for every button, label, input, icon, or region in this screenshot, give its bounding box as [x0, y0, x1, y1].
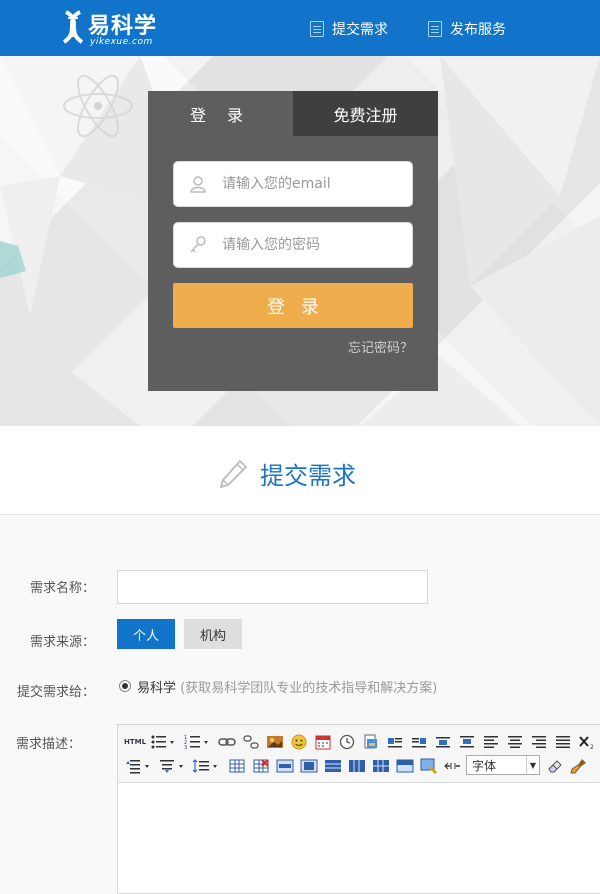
document-icon	[310, 21, 324, 37]
paragraph-after-icon[interactable]	[158, 757, 186, 775]
submit-to-value: 易科学	[137, 681, 177, 696]
hero-banner: 登 录 免费注册 登录 忘记密码？	[0, 56, 600, 426]
svg-text:2: 2	[590, 744, 594, 750]
delete-table-icon[interactable]	[252, 757, 270, 775]
source-option-organization[interactable]: 机构	[184, 619, 242, 649]
align-justify-icon[interactable]	[554, 733, 572, 751]
submit-to-radio[interactable]	[119, 680, 131, 692]
split-cells-icon[interactable]	[396, 757, 414, 775]
login-panel: 登 录 免费注册 登录 忘记密码？	[148, 91, 438, 391]
html-source-button[interactable]: HTML	[124, 733, 146, 751]
image-inline-icon[interactable]	[434, 733, 452, 751]
insert-row-after-icon[interactable]	[300, 757, 318, 775]
nav-submit-requirement[interactable]: 提交需求	[310, 18, 388, 40]
key-icon	[190, 236, 206, 253]
forgot-password-link[interactable]: 忘记密码？	[348, 337, 413, 356]
nav-publish-service[interactable]: 发布服务	[428, 18, 506, 40]
submit-to-note: (获取易科学团队专业的技术指导和解决方案)	[180, 681, 438, 696]
requirement-name-input[interactable]	[117, 570, 428, 604]
insert-image-icon[interactable]	[420, 757, 438, 775]
source-label: 需求来源：	[29, 635, 95, 650]
document-icon	[428, 21, 442, 37]
tab-login[interactable]: 登 录	[148, 91, 293, 136]
merge-cells-icon[interactable]	[372, 757, 390, 775]
image-center-icon[interactable]	[458, 733, 476, 751]
submit-to-option[interactable]: 易科学 (获取易科学团队专业的技术指导和解决方案)	[137, 677, 437, 696]
insert-row-before-icon[interactable]	[276, 757, 294, 775]
nav-label: 提交需求	[332, 22, 388, 38]
line-height-icon[interactable]	[192, 757, 220, 775]
editor-content-area[interactable]	[118, 783, 600, 893]
ordered-list-icon[interactable]: 123	[184, 733, 210, 751]
link-icon[interactable]	[218, 733, 236, 751]
page-title: 提交需求	[260, 462, 356, 490]
font-select-value: 字体	[472, 758, 497, 773]
logo-text: 易科学	[88, 14, 158, 39]
image-left-icon[interactable]	[386, 733, 404, 751]
tab-register[interactable]: 免费注册	[293, 91, 438, 136]
align-right-icon[interactable]	[530, 733, 548, 751]
insert-column-icon[interactable]	[348, 757, 366, 775]
source-option-personal[interactable]: 个人	[117, 619, 175, 649]
site-logo[interactable]: 易科学 yikexue.com	[60, 6, 160, 50]
image-icon[interactable]	[266, 733, 284, 751]
paragraph-spacing-icon[interactable]	[124, 757, 152, 775]
dna-logo-icon	[62, 10, 84, 44]
time-icon[interactable]	[338, 733, 356, 751]
date-icon[interactable]	[314, 733, 332, 751]
align-left-icon[interactable]	[482, 733, 500, 751]
name-label: 需求名称：	[29, 581, 95, 596]
chevron-down-icon: ▼	[526, 756, 539, 774]
editor-toolbar: HTML 123 2 字体 ▼	[118, 725, 600, 783]
email-input[interactable]	[220, 175, 400, 193]
pencil-icon	[219, 459, 248, 489]
eraser-icon[interactable]	[546, 757, 564, 775]
format-brush-icon[interactable]	[570, 757, 588, 775]
unlink-icon[interactable]	[242, 733, 260, 751]
submit-to-label: 提交需求给：	[16, 685, 95, 700]
password-field[interactable]	[173, 222, 413, 268]
page-break-icon[interactable]	[444, 757, 462, 775]
insert-table-icon[interactable]	[228, 757, 246, 775]
delete-row-icon[interactable]	[324, 757, 342, 775]
user-icon	[190, 176, 206, 193]
align-center-icon[interactable]	[506, 733, 524, 751]
logo-domain: yikexue.com	[90, 37, 153, 47]
emoji-icon[interactable]	[290, 733, 308, 751]
email-field[interactable]	[173, 161, 413, 207]
unordered-list-icon[interactable]	[150, 733, 176, 751]
font-family-select[interactable]: 字体 ▼	[466, 755, 540, 775]
svg-text:3: 3	[184, 745, 187, 750]
description-label: 需求描述：	[15, 737, 81, 752]
insert-file-icon[interactable]	[362, 733, 380, 751]
login-button[interactable]: 登录	[173, 283, 413, 328]
requirement-form: 需求名称： 需求来源： 个人 机构 提交需求给： 易科学 (获取易科学团队专业的…	[0, 516, 600, 894]
top-navbar: 易科学 yikexue.com 提交需求 发布服务	[0, 0, 600, 56]
rich-text-editor: HTML 123 2 字体 ▼	[117, 724, 600, 894]
nav-label: 发布服务	[450, 22, 506, 38]
password-input[interactable]	[220, 236, 400, 254]
subscript-icon[interactable]: 2	[578, 733, 596, 751]
image-right-icon[interactable]	[410, 733, 428, 751]
section-header: 提交需求	[0, 426, 600, 515]
